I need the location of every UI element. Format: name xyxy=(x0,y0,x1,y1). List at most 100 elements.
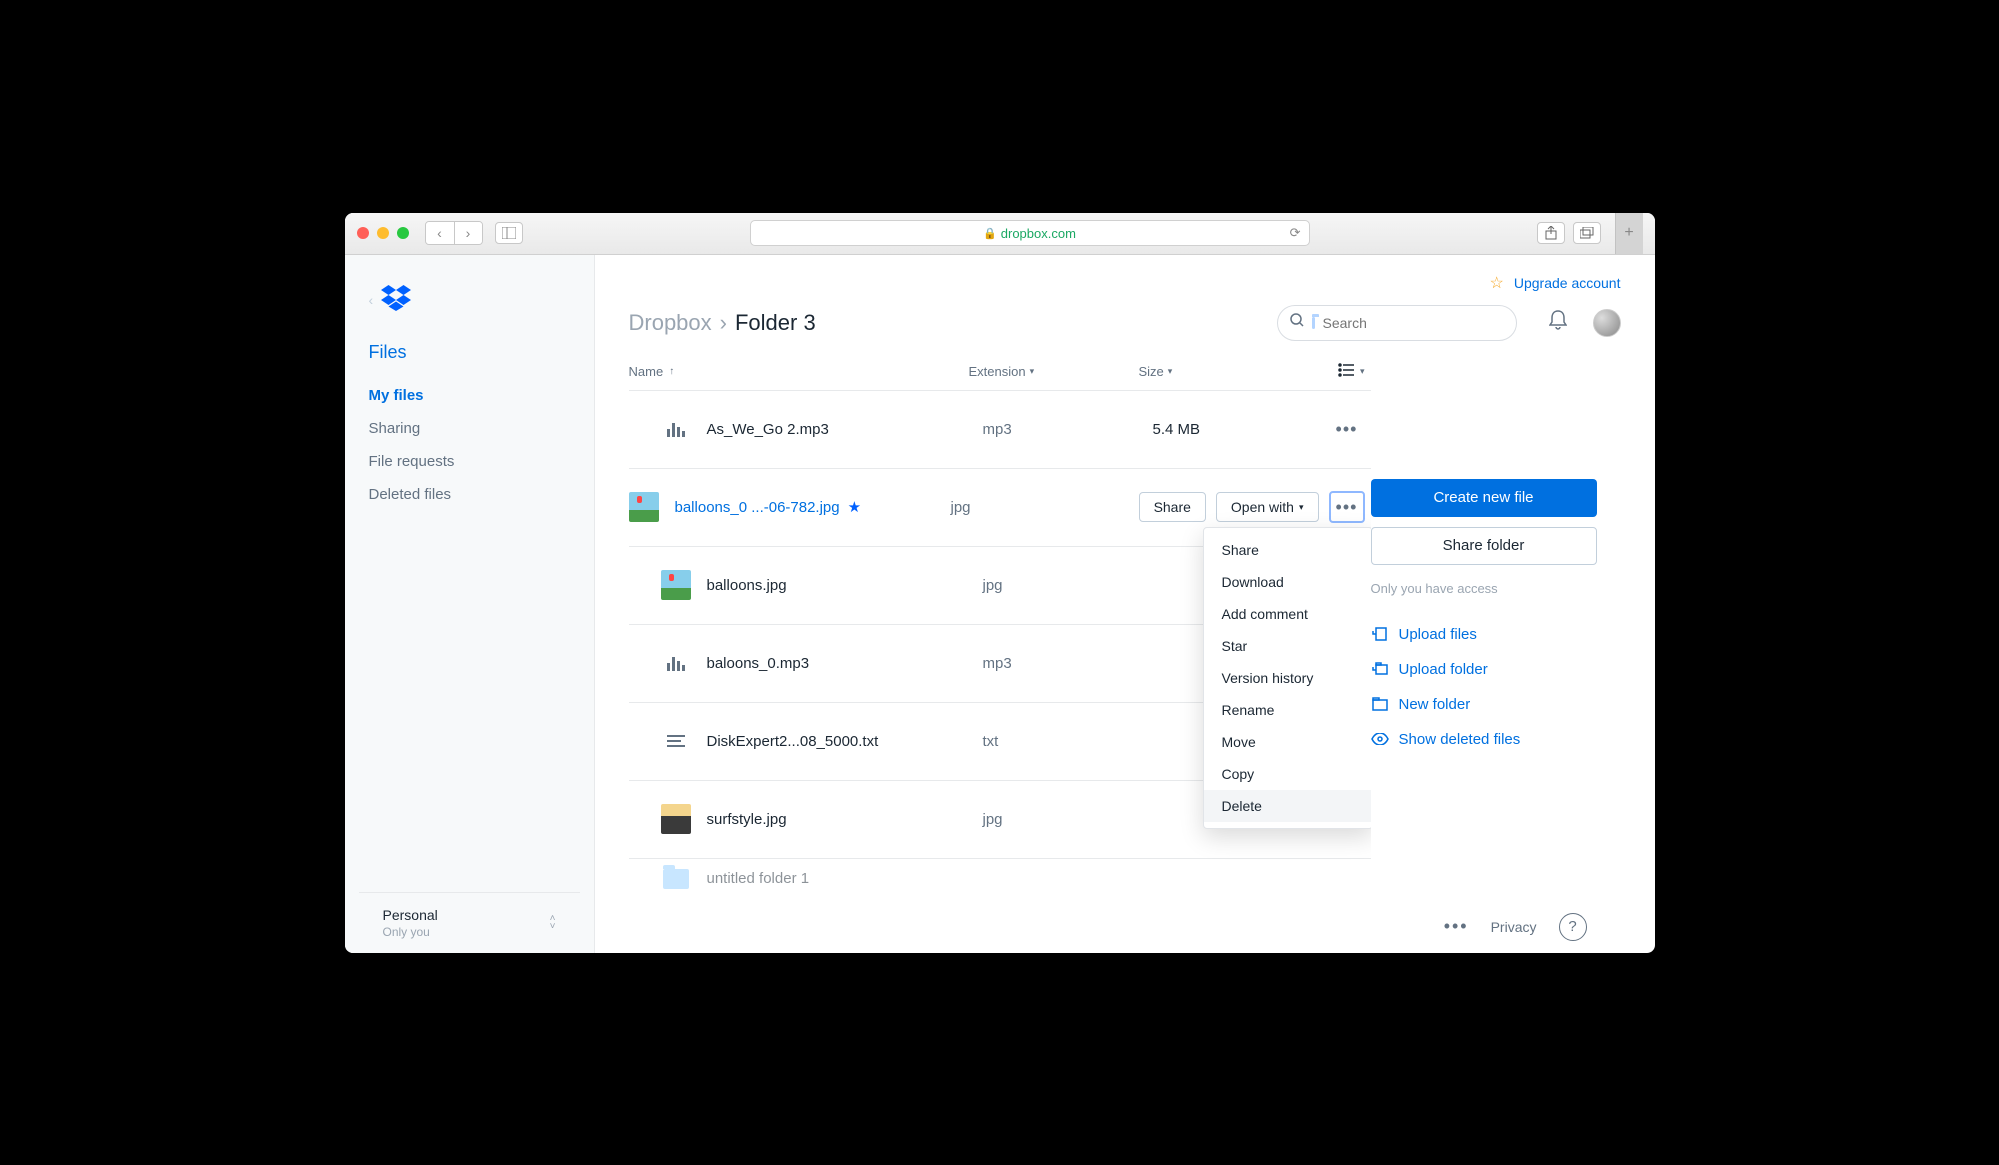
menu-download[interactable]: Download xyxy=(1204,566,1371,598)
file-size: 5.4 MB xyxy=(1153,421,1283,438)
file-name[interactable]: balloons.jpg xyxy=(707,577,983,594)
image-thumb-icon xyxy=(661,570,691,600)
menu-version-history[interactable]: Version history xyxy=(1204,662,1371,694)
caret-down-icon: ▾ xyxy=(1030,366,1035,377)
help-button[interactable]: ? xyxy=(1559,913,1587,941)
col-name[interactable]: Name xyxy=(629,364,664,379)
table-header: Name ↑ Extension ▾ Size ▾ xyxy=(629,341,1371,391)
image-thumb-icon xyxy=(661,804,691,834)
create-new-file-button[interactable]: Create new file xyxy=(1371,479,1597,517)
tabs-button[interactable] xyxy=(1573,222,1601,244)
open-with-button[interactable]: Open with ▾ xyxy=(1216,492,1319,522)
sidebar-section-files[interactable]: Files xyxy=(345,342,594,387)
menu-move[interactable]: Move xyxy=(1204,726,1371,758)
upgrade-link[interactable]: Upgrade account xyxy=(1514,275,1621,291)
file-name[interactable]: balloons_0 ...-06-782.jpg ★ xyxy=(675,498,951,516)
share-folder-button[interactable]: Share folder xyxy=(1371,527,1597,565)
menu-star[interactable]: Star xyxy=(1204,630,1371,662)
upload-folder-action[interactable]: Upload folder xyxy=(1371,661,1597,678)
url-host: dropbox.com xyxy=(1001,226,1076,241)
file-ext: mp3 xyxy=(983,421,1153,438)
menu-add-comment[interactable]: Add comment xyxy=(1204,598,1371,630)
menu-rename[interactable]: Rename xyxy=(1204,694,1371,726)
file-name[interactable]: baloons_0.mp3 xyxy=(707,655,983,672)
sidebar-item-filerequests[interactable]: File requests xyxy=(369,453,570,470)
menu-copy[interactable]: Copy xyxy=(1204,758,1371,790)
file-ext: jpg xyxy=(983,811,1153,828)
more-actions-button[interactable]: ••• xyxy=(1329,491,1365,523)
sidebar-toggle-button[interactable] xyxy=(495,222,523,244)
share-button[interactable] xyxy=(1537,222,1565,244)
nav-buttons: ‹ › xyxy=(425,221,483,245)
file-row[interactable]: balloons_0 ...-06-782.jpg ★ jpg Share Op… xyxy=(629,469,1371,547)
chevron-updown-icon: ˄˅ xyxy=(550,915,556,931)
left-sidebar: ‹ Files My files Sharing File requests D… xyxy=(345,255,595,953)
star-fill-icon: ★ xyxy=(848,498,861,516)
col-ext[interactable]: Extension xyxy=(969,364,1026,379)
search-icon xyxy=(1290,313,1304,332)
sidebar-item-myfiles[interactable]: My files xyxy=(369,387,570,404)
menu-share[interactable]: Share xyxy=(1204,534,1371,566)
breadcrumb: Dropbox › Folder 3 xyxy=(629,310,816,336)
new-folder-action[interactable]: New folder xyxy=(1371,696,1597,713)
upload-files-action[interactable]: Upload files xyxy=(1371,626,1597,643)
audio-icon xyxy=(661,414,691,444)
caret-down-icon: ▾ xyxy=(1299,502,1304,513)
audio-icon xyxy=(661,648,691,678)
sidebar-item-deletedfiles[interactable]: Deleted files xyxy=(369,486,570,503)
breadcrumb-sep: › xyxy=(720,310,727,336)
breadcrumb-root[interactable]: Dropbox xyxy=(629,310,712,336)
notifications-icon[interactable] xyxy=(1549,310,1567,335)
reload-icon[interactable]: ⟳ xyxy=(1290,225,1301,241)
file-name[interactable]: As_We_Go 2.mp3 xyxy=(707,421,983,438)
eye-icon xyxy=(1371,733,1389,745)
file-ext: jpg xyxy=(983,577,1153,594)
window-controls xyxy=(357,227,409,239)
browser-titlebar: ‹ › 🔒 dropbox.com ⟳ + xyxy=(345,213,1655,255)
maximize-window-button[interactable] xyxy=(397,227,409,239)
search-input[interactable] xyxy=(1323,315,1504,331)
dropbox-logo-icon[interactable] xyxy=(381,285,411,316)
file-row[interactable]: As_We_Go 2.mp3 mp3 5.4 MB ••• xyxy=(629,391,1371,469)
lock-icon: 🔒 xyxy=(983,227,997,240)
search-box[interactable] xyxy=(1277,305,1517,341)
avatar[interactable] xyxy=(1593,309,1621,337)
account-sub: Only you xyxy=(383,925,438,939)
url-bar[interactable]: 🔒 dropbox.com ⟳ xyxy=(750,220,1310,246)
privacy-link[interactable]: Privacy xyxy=(1491,919,1537,935)
more-actions-button[interactable]: ••• xyxy=(1329,413,1365,445)
star-icon: ☆ xyxy=(1490,273,1504,293)
view-list-icon[interactable] xyxy=(1338,363,1354,380)
upload-files-icon xyxy=(1371,626,1389,642)
col-size[interactable]: Size xyxy=(1139,364,1164,379)
file-name[interactable]: DiskExpert2...08_5000.txt xyxy=(707,733,983,750)
context-menu: Share Download Add comment Star Version … xyxy=(1203,527,1371,829)
file-name[interactable]: surfstyle.jpg xyxy=(707,811,983,828)
file-row[interactable]: untitled folder 1 xyxy=(629,859,1371,899)
text-icon xyxy=(661,726,691,756)
file-name[interactable]: untitled folder 1 xyxy=(707,870,983,887)
footer-more-icon[interactable]: ••• xyxy=(1444,916,1469,937)
back-button[interactable]: ‹ xyxy=(426,222,454,244)
show-deleted-action[interactable]: Show deleted files xyxy=(1371,731,1597,748)
account-switcher[interactable]: Personal Only you ˄˅ xyxy=(359,892,580,953)
file-ext: jpg xyxy=(951,499,1121,516)
new-tab-button[interactable]: + xyxy=(1615,213,1643,254)
access-note: Only you have access xyxy=(1371,581,1597,596)
right-panel: Create new file Share folder Only you ha… xyxy=(1371,341,1621,953)
footer-bar: ••• Privacy ? xyxy=(1444,913,1587,941)
search-scope-folder-icon xyxy=(1312,317,1315,329)
upload-folder-icon xyxy=(1371,661,1389,677)
forward-button[interactable]: › xyxy=(454,222,482,244)
menu-delete[interactable]: Delete xyxy=(1204,790,1371,822)
sidebar-back-icon[interactable]: ‹ xyxy=(369,292,374,308)
file-ext: txt xyxy=(983,733,1153,750)
share-button[interactable]: Share xyxy=(1139,492,1206,522)
breadcrumb-current: Folder 3 xyxy=(735,310,816,336)
new-folder-icon xyxy=(1371,697,1389,711)
close-window-button[interactable] xyxy=(357,227,369,239)
caret-down-icon: ▾ xyxy=(1360,366,1365,377)
minimize-window-button[interactable] xyxy=(377,227,389,239)
folder-icon xyxy=(661,864,691,894)
sidebar-item-sharing[interactable]: Sharing xyxy=(369,420,570,437)
